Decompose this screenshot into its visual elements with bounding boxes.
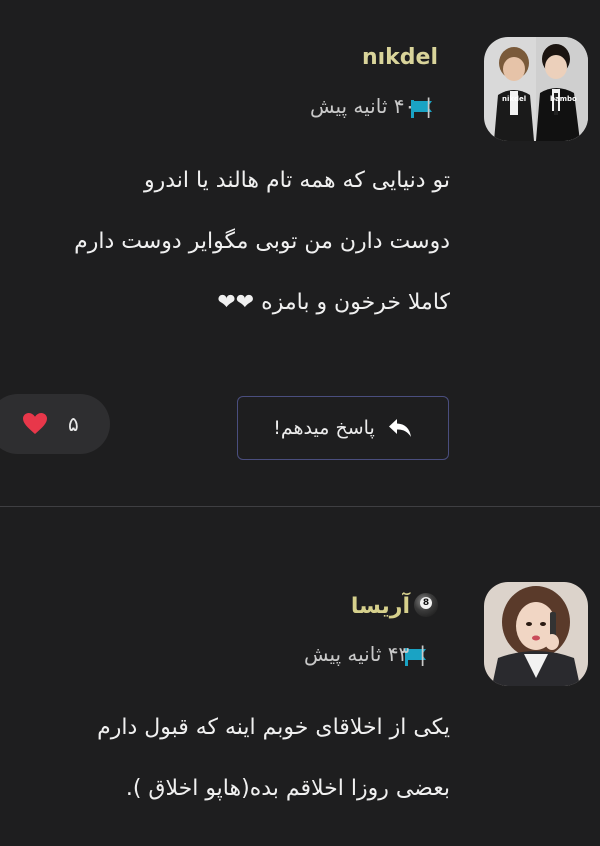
avatar[interactable]: [484, 582, 588, 686]
meta-separator: |: [419, 642, 426, 666]
like-button[interactable]: ۵: [0, 394, 110, 454]
username-text: آریسا: [350, 594, 410, 619]
comment-body: یکی از اخلاقای خوبم اینه که قبول دارم بع…: [0, 697, 450, 819]
comment-line: کاملا خرخون و بامزه ❤❤: [217, 290, 450, 315]
comment-line: یکی از اخلاقای خوبم اینه که قبول دارم: [97, 715, 450, 740]
username[interactable]: nıkdel: [362, 45, 438, 70]
comment-body: تو دنیایی که همه تام هالند یا اندرو دوست…: [0, 150, 450, 333]
reply-button[interactable]: پاسخ میدهم!: [237, 396, 449, 460]
timestamp: ۴۳ ثانیه پیش: [303, 642, 410, 666]
comment-meta: | ۴۳ ثانیه پیش: [304, 642, 426, 666]
comment-line: تو دنیایی که همه تام هالند یا اندرو: [143, 168, 450, 193]
comment-meta: | ۴۰ ثانیه پیش: [310, 94, 432, 118]
avatar-label-right: bambo: [550, 95, 577, 103]
meta-separator: |: [425, 94, 432, 118]
reply-label: پاسخ میدهم!: [273, 417, 375, 439]
reply-arrow-icon: [388, 419, 411, 437]
avatar-label-left: nikdel: [502, 95, 527, 103]
heart-icon: [23, 413, 47, 434]
eight-ball-icon: [414, 593, 438, 617]
username[interactable]: آریسا: [350, 593, 438, 619]
timestamp: ۴۰ ثانیه پیش: [309, 94, 416, 118]
like-count: ۵: [68, 412, 79, 436]
comment-line: بعضی روزا اخلاقم بده(هاپو اخلاق ).: [125, 776, 450, 801]
comment-card: nikdel bambo nıkdel | ۴۰ ثانیه پیش تو دن…: [0, 0, 600, 507]
comment-card: آریسا | ۴۳ ثانیه پیش یکی از اخلاقای خوبم…: [0, 507, 600, 846]
avatar[interactable]: nikdel bambo: [484, 37, 588, 141]
comment-line: دوست دارن من توبی مگوایر دوست دارم: [74, 229, 450, 254]
